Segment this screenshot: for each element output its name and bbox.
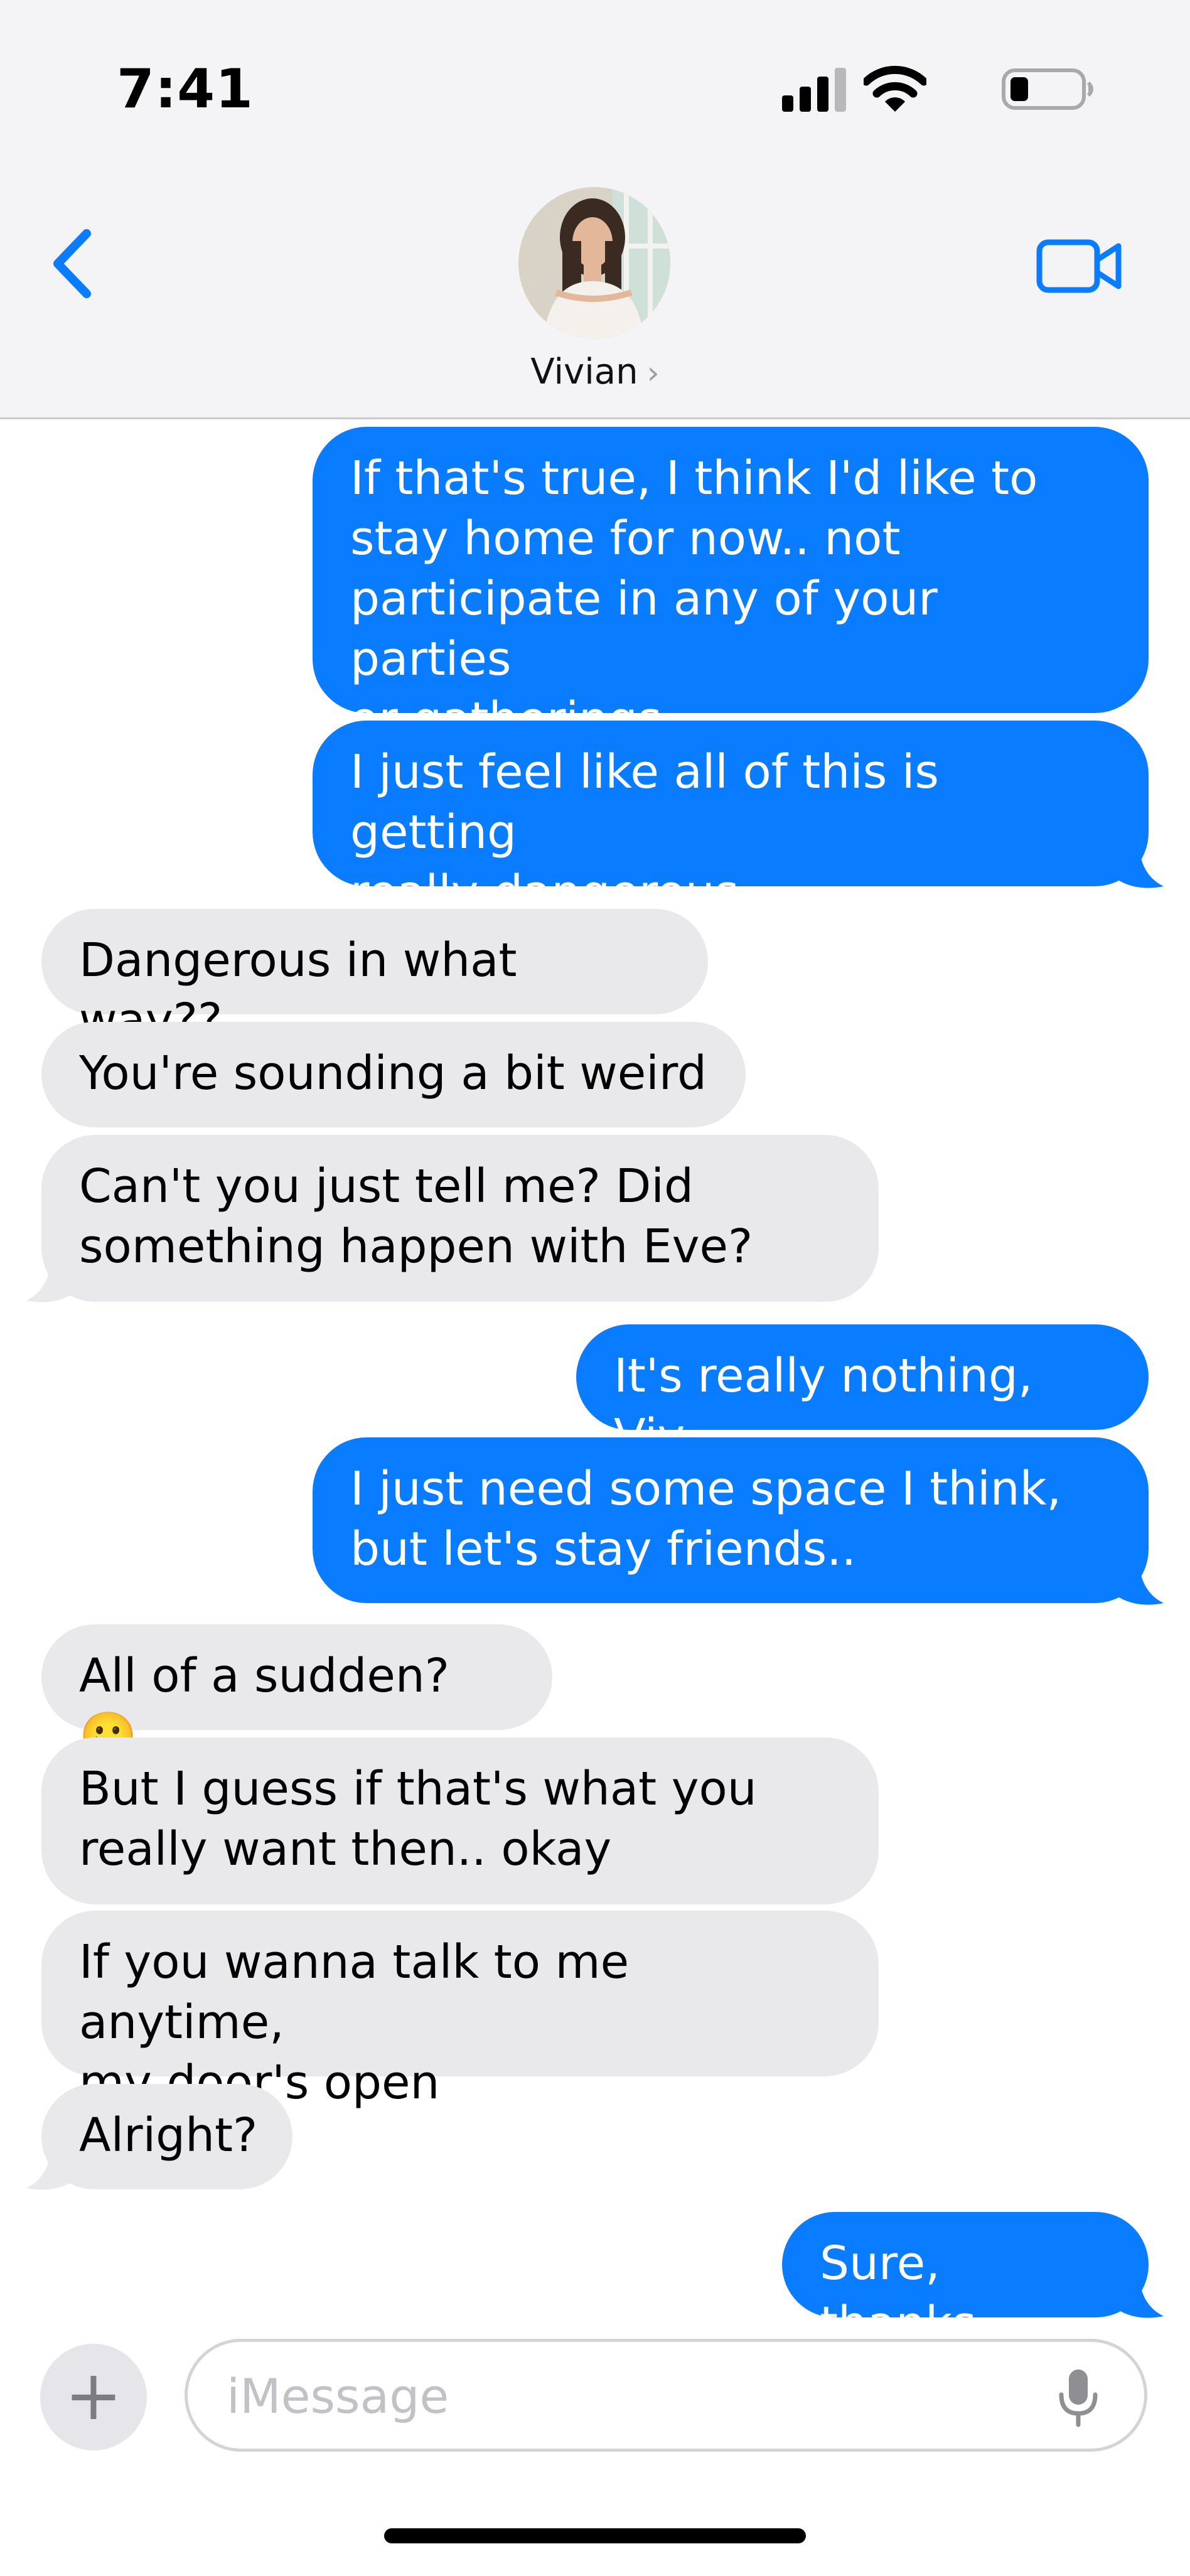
message-outgoing[interactable]: I just feel like all of this is getting …: [313, 721, 1149, 920]
message-incoming[interactable]: Alright?: [41, 2084, 292, 2189]
home-indicator[interactable]: [384, 2528, 806, 2543]
bubble-tail: [1111, 1558, 1164, 1605]
back-chevron-icon[interactable]: [48, 226, 98, 301]
microphone-icon[interactable]: [1056, 2368, 1100, 2427]
message-outgoing[interactable]: Sure, thanks: [782, 2212, 1149, 2351]
message-incoming[interactable]: All of a sudden? 🥲: [41, 1624, 552, 1763]
chevron-right-icon: ›: [646, 355, 660, 391]
battery-icon: [1002, 68, 1093, 110]
cellular-signal-icon: [782, 68, 846, 112]
conversation-header: 7:41 Vivian ›: [0, 0, 1190, 419]
video-call-icon[interactable]: [1036, 236, 1123, 296]
message-incoming[interactable]: You're sounding a bit weird: [41, 1022, 746, 1127]
wifi-icon: [864, 65, 926, 112]
message-outgoing[interactable]: It's really nothing, Viv: [576, 1324, 1149, 1463]
bubble-tail: [1111, 2271, 1164, 2318]
contact-avatar[interactable]: [518, 187, 670, 339]
contact-name[interactable]: Vivian ›: [0, 352, 1190, 392]
bubble-tail: [1111, 841, 1164, 888]
message-incoming[interactable]: Can't you just tell me? Did something ha…: [41, 1135, 879, 1302]
bubble-tail: [26, 1255, 79, 1302]
message-incoming[interactable]: If you wanna talk to me anytime, my door…: [41, 1911, 879, 2110]
bubble-tail: [26, 2143, 79, 2190]
message-input-placeholder: iMessage: [227, 2368, 449, 2424]
add-attachment-button[interactable]: +: [40, 2344, 147, 2450]
contact-name-label: Vivian: [530, 352, 638, 392]
message-incoming[interactable]: Dangerous in what way??: [41, 909, 708, 1048]
message-input[interactable]: iMessage: [185, 2339, 1147, 2452]
status-time: 7:41: [117, 58, 254, 121]
status-icons: [744, 63, 1096, 113]
message-outgoing[interactable]: If that's true, I think I'd like to stay…: [313, 427, 1149, 746]
message-incoming[interactable]: But I guess if that's what you really wa…: [41, 1737, 879, 1904]
message-outgoing[interactable]: I just need some space I think, but let'…: [313, 1437, 1149, 1603]
plus-icon: +: [64, 2355, 123, 2435]
